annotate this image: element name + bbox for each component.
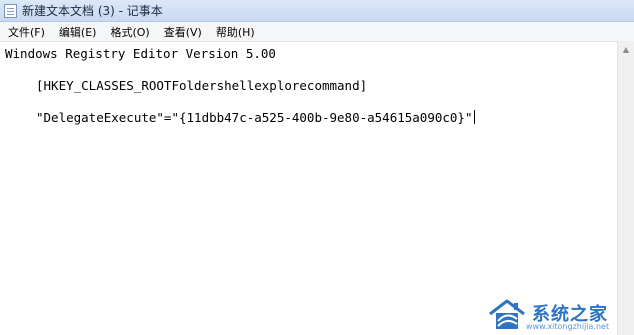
watermark: 系统之家 www.xitongzhijia.net [474,295,634,335]
window-title: 新建文本文档 (3) - 记事本 [22,4,163,18]
title-bar[interactable]: 新建文本文档 (3) - 记事本 [0,0,634,22]
text-line-3: "DelegateExecute"="{11dbb47c-a525-400b-9… [36,110,475,125]
text-line-2: [HKEY_CLASSES_ROOTFoldershellexplorecomm… [36,78,368,93]
scroll-up-arrow-icon[interactable]: ▲ [618,41,634,58]
menu-edit[interactable]: 编辑(E) [53,24,103,40]
notepad-window: 新建文本文档 (3) - 记事本 文件(F) 编辑(E) 格式(O) 查看(V)… [0,0,634,335]
text-line-1: Windows Registry Editor Version 5.00 [5,46,276,61]
house-logo-icon [489,299,525,329]
menu-format[interactable]: 格式(O) [104,24,155,40]
menu-help[interactable]: 帮助(H) [210,24,261,40]
vertical-scrollbar[interactable]: ▲ [617,41,634,335]
menu-file[interactable]: 文件(F) [2,24,51,40]
notepad-icon[interactable] [4,3,17,18]
watermark-url: www.xitongzhijia.net [526,322,610,331]
text-caret [473,110,475,124]
text-editor-area[interactable]: Windows Registry Editor Version 5.00 [HK… [0,42,616,335]
menu-bar: 文件(F) 编辑(E) 格式(O) 查看(V) 帮助(H) [0,22,634,42]
menu-view[interactable]: 查看(V) [158,24,208,40]
